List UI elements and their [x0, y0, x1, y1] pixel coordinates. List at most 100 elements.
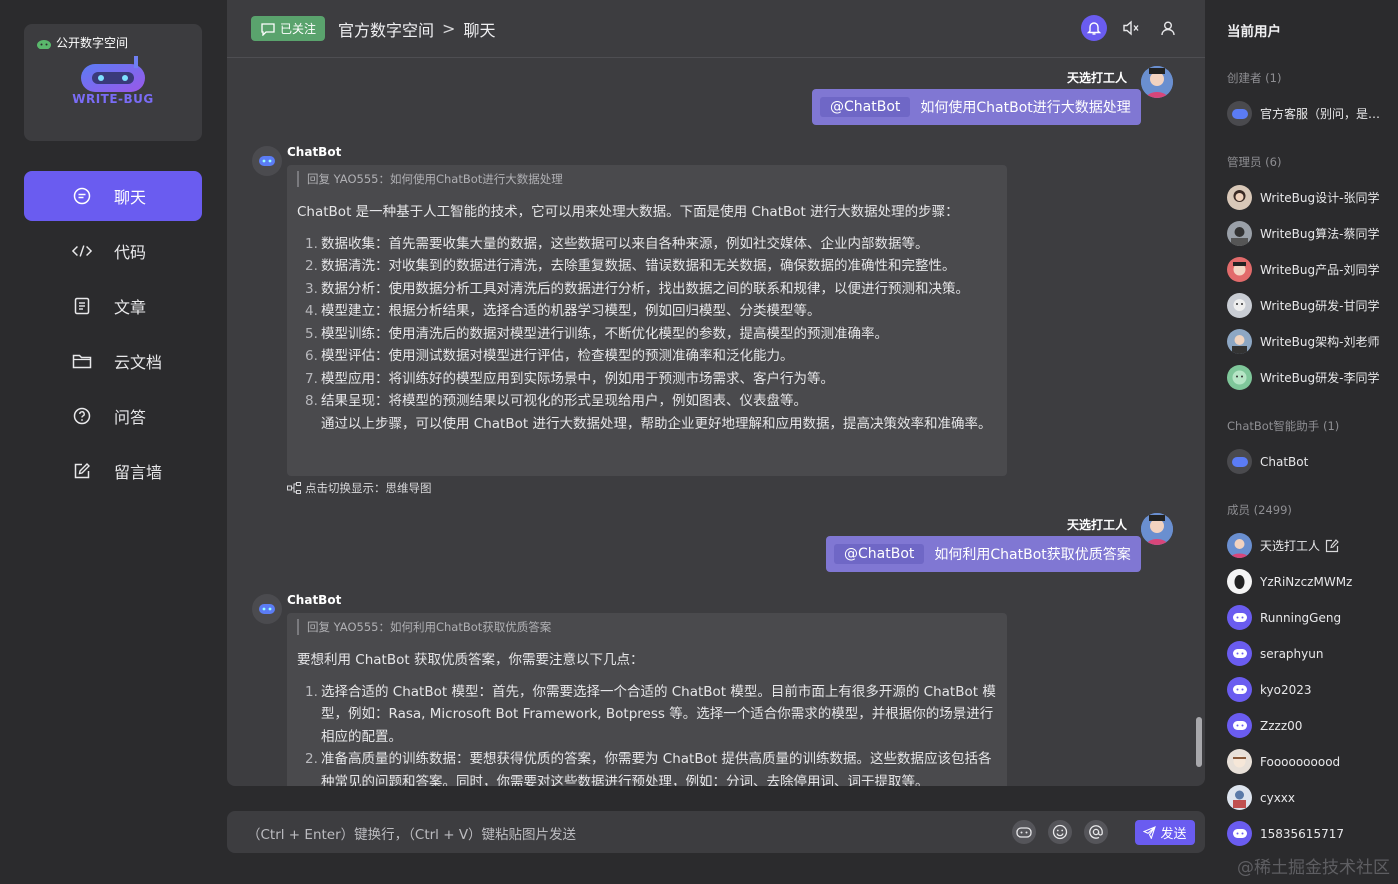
message-summary: 通过以上步骤，可以使用 ChatBot 进行大数据处理，帮助企业更好地理解和应用…	[321, 415, 992, 432]
nav-item-chat[interactable]: 聊天	[24, 171, 202, 221]
android-icon	[37, 39, 51, 49]
message-sender-name: 天选打工人	[1066, 518, 1127, 532]
section-label: ChatBot智能助手 (1)	[1227, 419, 1340, 433]
mention-icon[interactable]	[1084, 820, 1108, 844]
logo-text: WRITE-BUG	[72, 92, 154, 106]
folder-icon	[72, 351, 92, 371]
mention-tag[interactable]: @ChatBot	[834, 544, 925, 564]
nav-item-message-wall[interactable]: 留言墙	[24, 446, 202, 496]
user-item[interactable]: Zzzz00	[1227, 713, 1397, 738]
list-item: 2. 数据清洗：对收集到的数据进行清洗，去除重复数据、错误数据和无关数据，确保数据…	[305, 258, 956, 274]
user-item[interactable]: ChatBot	[1227, 449, 1397, 474]
avatar	[1227, 533, 1252, 558]
message-lead: ChatBot 是一种基于人工智能的技术，它可以用来处理大数据。下面是使用 Ch…	[297, 204, 959, 220]
list-item: 6. 模型评估：使用测试数据对模型进行评估，检查模型的预测准确率和泛化能力。	[305, 348, 794, 364]
list-item: 1. 选择合适的 ChatBot 模型：首先，你需要选择一个合适的 ChatBot…	[305, 683, 996, 745]
follow-button[interactable]: 已关注	[251, 16, 326, 41]
breadcrumb-page: 聊天	[463, 20, 496, 40]
message-sender-name: ChatBot	[287, 145, 342, 159]
mention-tag[interactable]: @ChatBot	[820, 97, 911, 117]
nav-item-cloud-docs[interactable]: 云文档	[24, 336, 202, 386]
panel-title: 当前用户	[1227, 24, 1281, 40]
mindmap-icon	[287, 482, 301, 494]
avatar	[1227, 221, 1252, 246]
main-nav: 聊天 代码 文章 云文档 问答 留言墙	[24, 171, 202, 501]
avatar	[1227, 257, 1252, 282]
user-item[interactable]: WriteBug研发-甘同学	[1227, 293, 1397, 318]
section-label: 成员 (2499)	[1227, 503, 1292, 517]
message-input-bar[interactable]: （Ctrl + Enter）键换行，（Ctrl + V）键粘贴图片发送 发送	[227, 811, 1205, 853]
user-item[interactable]: kyo2023	[1227, 677, 1397, 702]
user-item[interactable]: Foooooooood	[1227, 749, 1397, 774]
user-item[interactable]: RunningGeng	[1227, 605, 1397, 630]
avatar	[1227, 293, 1252, 318]
list-item: 3. 数据分析：使用数据分析工具对清洗后的数据进行分析，找出数据之间的联系和规律，…	[305, 280, 969, 297]
section-label: 创建者 (1)	[1227, 71, 1282, 85]
answer-steps-list: 1. 数据收集：首先需要收集大量的数据，这些数据可以来自各种来源，例如社交媒体、企…	[297, 233, 997, 413]
header-actions	[1081, 15, 1181, 41]
avatar	[1227, 785, 1252, 810]
send-button[interactable]: 发送	[1135, 820, 1195, 845]
online-users-panel: 当前用户 创建者 (1) 官方客服（别问，是… 管理员 (6) WriteBug…	[1206, 0, 1398, 884]
user-item[interactable]: WriteBug产品-刘同学	[1227, 257, 1397, 282]
bot-message-bubble: 回复 YAO555：如何使用ChatBot进行大数据处理 ChatBot 是一种…	[287, 165, 1007, 476]
chatbot-avatar[interactable]	[252, 146, 282, 176]
avatar	[1227, 569, 1252, 594]
list-item: 4. 模型建立：根据分析结果，选择合适的机器学习模型，例如回归模型、分类模型等。	[305, 303, 821, 319]
answer-steps-list: 1. 选择合适的 ChatBot 模型：首先，你需要选择一个合适的 ChatBot…	[297, 681, 997, 787]
user-item[interactable]: YzRiNzczMWMz	[1227, 569, 1397, 594]
emoji-icon[interactable]	[1048, 820, 1072, 844]
chat-scrollbar[interactable]	[1196, 717, 1202, 767]
reply-reference[interactable]: 回复 YAO555：如何利用ChatBot获取优质答案	[297, 619, 997, 635]
notification-bell-icon[interactable]	[1081, 15, 1107, 41]
list-item: 7. 模型应用：将训练好的模型应用到实际场景中，例如用于预测市场需求、客户行为等。	[305, 370, 834, 387]
default-avatar-icon	[1227, 713, 1252, 738]
message-input[interactable]: （Ctrl + Enter）键换行，（Ctrl + V）键粘贴图片发送	[247, 823, 576, 843]
user-icon[interactable]	[1155, 15, 1181, 41]
nav-item-qa[interactable]: 问答	[24, 391, 202, 441]
avatar	[1227, 101, 1252, 126]
question-icon	[72, 406, 92, 426]
avatar	[1227, 449, 1252, 474]
user-item[interactable]: WriteBug算法-蔡同学	[1227, 221, 1397, 246]
message-lead: 要想利用 ChatBot 获取优质答案，你需要注意以下几点：	[297, 652, 644, 668]
nav-item-code[interactable]: 代码	[24, 226, 202, 276]
default-avatar-icon	[1227, 605, 1252, 630]
watermark: @稀土掘金技术社区	[1237, 858, 1390, 878]
avatar	[1227, 185, 1252, 210]
chat-bubble-icon	[72, 186, 92, 206]
user-item[interactable]: 15835615717	[1227, 821, 1397, 846]
list-item: 1. 数据收集：首先需要收集大量的数据，这些数据可以来自各种来源，例如社交媒体、企…	[305, 235, 929, 252]
bot-message-bubble: 回复 YAO555：如何利用ChatBot获取优质答案 要想利用 ChatBot…	[287, 613, 1007, 786]
breadcrumb-space[interactable]: 官方数字空间	[338, 17, 434, 41]
heart-chat-icon	[261, 22, 275, 36]
avatar	[1227, 365, 1252, 390]
avatar	[1227, 329, 1252, 354]
edit-icon[interactable]	[1325, 538, 1339, 553]
message-text: 如何利用ChatBot获取优质答案	[934, 547, 1131, 563]
default-avatar-icon	[1227, 821, 1252, 846]
user-message-bubble: @ChatBot 如何使用ChatBot进行大数据处理	[812, 89, 1141, 125]
user-item[interactable]: cyxxx	[1227, 785, 1397, 810]
user-item[interactable]: seraphyun	[1227, 641, 1397, 666]
user-item[interactable]: WriteBug研发-李同学	[1227, 365, 1397, 390]
speaker-mute-icon[interactable]	[1118, 15, 1144, 41]
avatar[interactable]	[1141, 66, 1173, 98]
section-label: 管理员 (6)	[1227, 155, 1282, 169]
chatbot-avatar[interactable]	[252, 594, 282, 624]
message-sender-name: 天选打工人	[1066, 71, 1127, 85]
paper-plane-icon	[1143, 826, 1157, 839]
nav-item-article[interactable]: 文章	[24, 281, 202, 331]
avatar[interactable]	[1141, 513, 1173, 545]
user-item[interactable]: 官方客服（别问，是…	[1227, 101, 1397, 126]
reply-reference[interactable]: 回复 YAO555：如何使用ChatBot进行大数据处理	[297, 171, 997, 187]
user-item[interactable]: 天选打工人	[1227, 533, 1397, 558]
user-item[interactable]: WriteBug设计-张同学	[1227, 185, 1397, 210]
mindmap-toggle[interactable]: 点击切换显示：思维导图	[287, 480, 432, 496]
message-text: 如何使用ChatBot进行大数据处理	[920, 100, 1131, 116]
list-item: 5. 模型训练：使用清洗后的数据对模型进行训练，不断优化模型的参数，提高模型的预测…	[305, 325, 888, 342]
message-sender-name: ChatBot	[287, 593, 342, 607]
robot-face-icon[interactable]	[1012, 820, 1036, 844]
user-item[interactable]: WriteBug架构-刘老师	[1227, 329, 1397, 354]
space-logo-card[interactable]: 公开数字空间 WRITE-BUG	[24, 24, 202, 141]
